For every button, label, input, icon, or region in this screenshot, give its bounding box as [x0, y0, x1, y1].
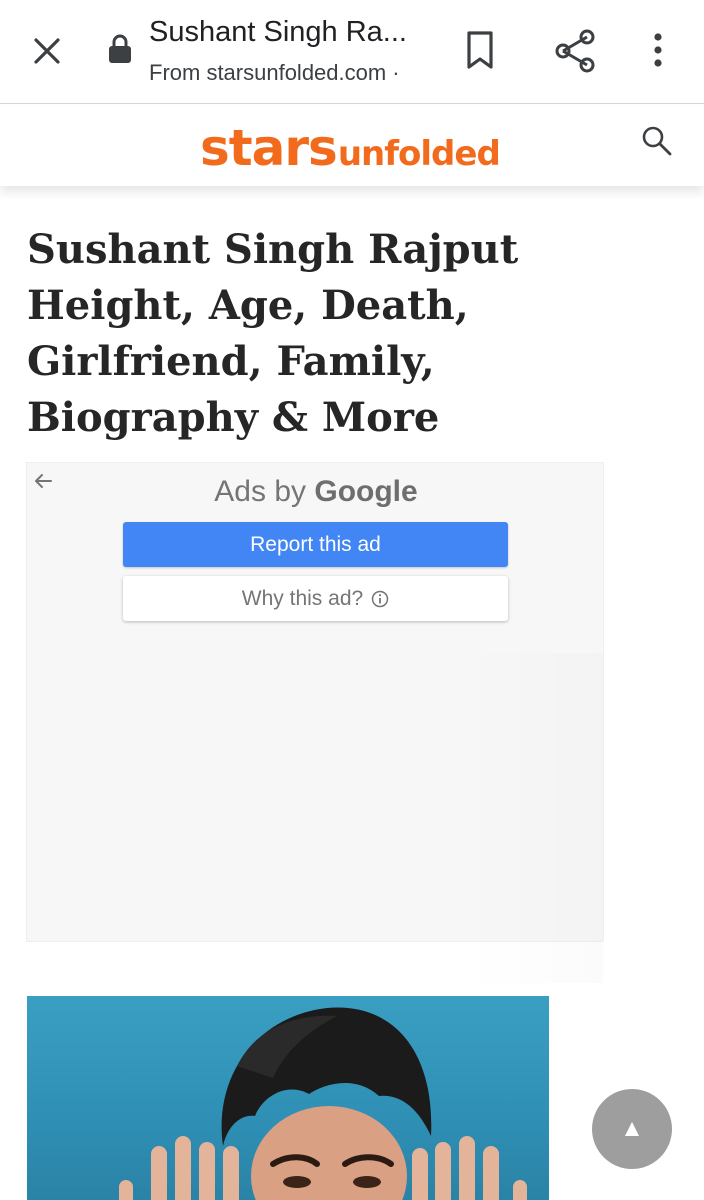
- arrow-up-icon: ▲: [620, 1115, 644, 1142]
- info-icon: [371, 590, 389, 608]
- share-icon[interactable]: [552, 28, 598, 74]
- google-brand-label: Google: [314, 475, 418, 508]
- logo-unfolded-text: unfolded: [337, 134, 501, 174]
- lock-icon: [108, 34, 132, 64]
- article-headline: Sushant Singh Rajput Height, Age, Death,…: [27, 226, 519, 441]
- ads-by-label: Ads by: [214, 475, 307, 508]
- ads-by-google-heading: Ads by Google: [27, 475, 605, 509]
- close-icon[interactable]: [24, 28, 70, 74]
- site-logo[interactable]: stars unfolded: [200, 119, 501, 177]
- browser-toolbar: Sushant Singh Ra... From starsunfolded.c…: [0, 0, 704, 104]
- page-url[interactable]: From starsunfolded.com ·: [149, 60, 439, 86]
- report-ad-button[interactable]: Report this ad: [123, 522, 508, 567]
- more-vert-icon[interactable]: [640, 30, 676, 70]
- bookmark-icon[interactable]: [462, 30, 498, 70]
- why-this-ad-label: Why this ad?: [241, 586, 364, 610]
- logo-stars-text: stars: [200, 119, 338, 177]
- site-header: stars unfolded: [0, 106, 704, 186]
- search-icon[interactable]: [640, 124, 674, 158]
- ad-shadow: [463, 653, 603, 983]
- article-photo: [27, 996, 549, 1200]
- why-this-ad-button[interactable]: Why this ad?: [123, 576, 508, 621]
- ad-container: Ads by Google Report this ad Why this ad…: [26, 462, 605, 983]
- page-title: Sushant Singh Ra...: [149, 16, 407, 48]
- scroll-to-top-button[interactable]: ▲: [592, 1089, 672, 1169]
